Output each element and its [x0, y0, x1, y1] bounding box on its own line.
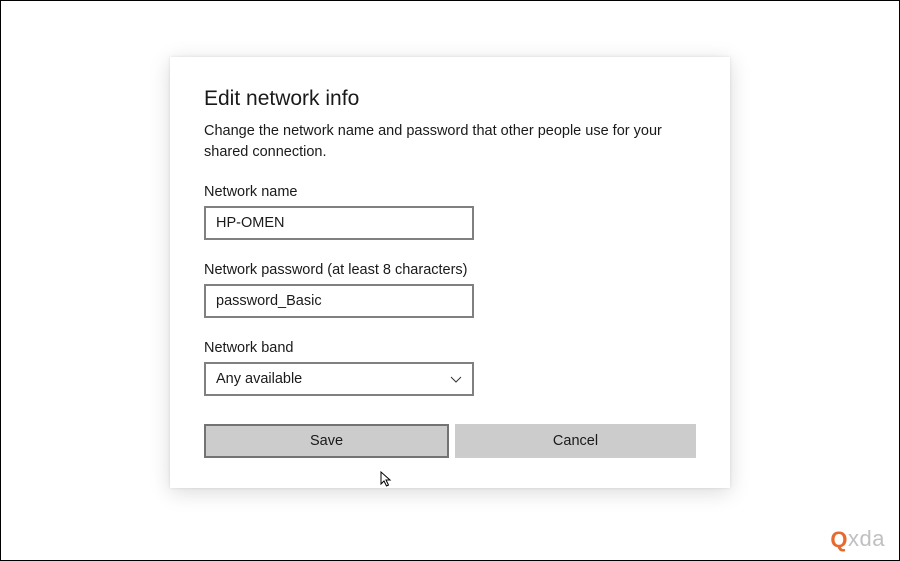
network-name-label: Network name: [204, 184, 696, 200]
watermark-accent: Q: [830, 527, 848, 553]
chevron-down-icon: [450, 373, 462, 385]
edit-network-dialog: Edit network info Change the network nam…: [170, 57, 730, 488]
network-password-group: Network password (at least 8 characters): [204, 262, 696, 318]
network-band-label: Network band: [204, 340, 696, 356]
network-password-label: Network password (at least 8 characters): [204, 262, 696, 278]
watermark-logo: Qxda: [830, 526, 885, 552]
dialog-buttons: Save Cancel: [204, 424, 696, 458]
network-name-input[interactable]: [204, 206, 474, 240]
save-button[interactable]: Save: [204, 424, 449, 458]
network-name-group: Network name: [204, 184, 696, 240]
network-band-select[interactable]: Any available: [204, 362, 474, 396]
network-password-input[interactable]: [204, 284, 474, 318]
cancel-button[interactable]: Cancel: [455, 424, 696, 458]
network-band-group: Network band Any available: [204, 340, 696, 396]
network-band-value: Any available: [216, 371, 302, 387]
watermark-text: xda: [848, 526, 885, 552]
dialog-description: Change the network name and password tha…: [204, 121, 696, 162]
dialog-title: Edit network info: [204, 87, 696, 111]
